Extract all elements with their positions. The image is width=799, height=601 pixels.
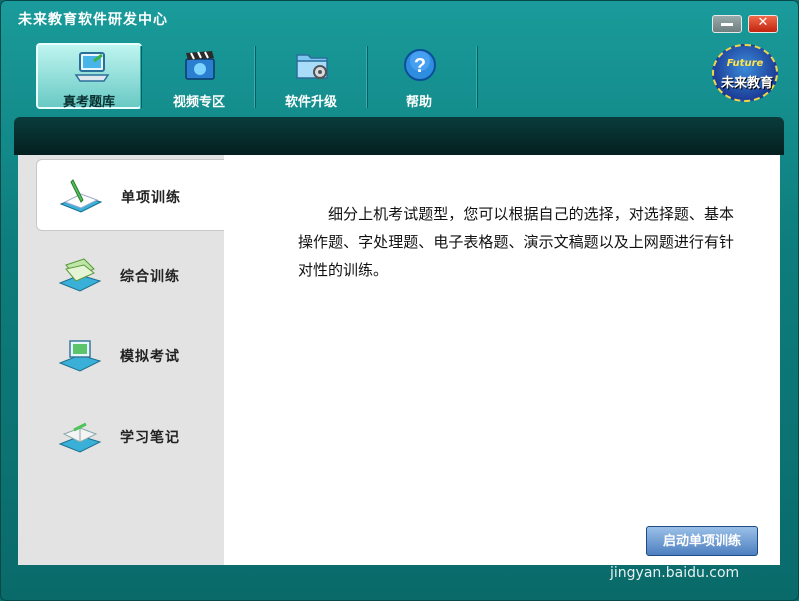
sidebar-item-single-training[interactable]: 单项训练 — [36, 159, 242, 231]
tab-software-upgrade[interactable]: 软件升级 — [258, 43, 364, 110]
watermark-text: jingyan.baidu.com — [610, 565, 740, 581]
sidebar: 单项训练 综合训练 模拟考试 学习笔记 — [18, 155, 242, 565]
close-button[interactable]: ✕ — [748, 15, 778, 33]
tab-video[interactable]: 视频专区 — [146, 43, 252, 110]
sidebar-item-label: 单项训练 — [121, 190, 181, 206]
laptop-icon — [74, 52, 110, 82]
toolbar-divider — [476, 46, 477, 108]
brand-logo: Future 未来教育 — [712, 44, 778, 102]
minimize-button[interactable] — [712, 15, 742, 33]
window-title: 未来教育软件研发中心 — [18, 12, 168, 28]
main-toolbar: 真考题库 视频专区 软件升级 ? 帮助 — [14, 40, 784, 112]
toolbar-divider — [254, 46, 255, 108]
svg-text:?: ? — [414, 55, 426, 77]
brand-logo-chinese: 未来教育 — [720, 76, 773, 91]
pencil-book-icon — [59, 179, 103, 213]
folder-gear-icon — [296, 54, 328, 79]
help-icon: ? — [404, 49, 436, 81]
training-description: 细分上机考试题型，您可以根据自己的选择，对选择题、基本操作题、字处理题、电子表格… — [298, 205, 734, 279]
sidebar-item-comprehensive-training[interactable]: 综合训练 — [18, 239, 224, 311]
app-window: 未来教育软件研发中心 ✕ 真考题库 视频专区 软件升级 ? 帮助 Future … — [0, 0, 799, 601]
sidebar-item-study-notes[interactable]: 学习笔记 — [18, 400, 224, 472]
sidebar-item-mock-exam[interactable]: 模拟考试 — [18, 319, 224, 391]
tab-help[interactable]: ? 帮助 — [366, 43, 472, 110]
tab-video-label: 视频专区 — [172, 95, 225, 110]
content-panel: 细分上机考试题型，您可以根据自己的选择，对选择题、基本操作题、字处理题、电子表格… — [224, 155, 780, 565]
brand-logo-english: Future — [726, 58, 764, 69]
toolbar-divider — [140, 46, 141, 108]
tab-software-upgrade-label: 软件升级 — [284, 95, 337, 110]
tab-help-label: 帮助 — [405, 95, 432, 110]
start-training-button[interactable]: 启动单项训练 — [646, 526, 758, 556]
title-bar[interactable]: 未来教育软件研发中心 ✕ — [0, 0, 799, 36]
exam-icon — [58, 340, 102, 372]
books-icon — [58, 258, 102, 292]
notes-icon — [58, 422, 102, 453]
header-band — [14, 117, 784, 155]
tab-exam-bank[interactable]: 真考题库 — [36, 43, 142, 110]
close-icon: ✕ — [757, 15, 769, 30]
tab-exam-bank-label: 真考题库 — [62, 95, 115, 110]
clapperboard-icon — [185, 51, 215, 80]
sidebar-item-label: 综合训练 — [120, 269, 180, 285]
sidebar-item-label: 模拟考试 — [120, 349, 180, 365]
sidebar-item-label: 学习笔记 — [120, 430, 180, 446]
